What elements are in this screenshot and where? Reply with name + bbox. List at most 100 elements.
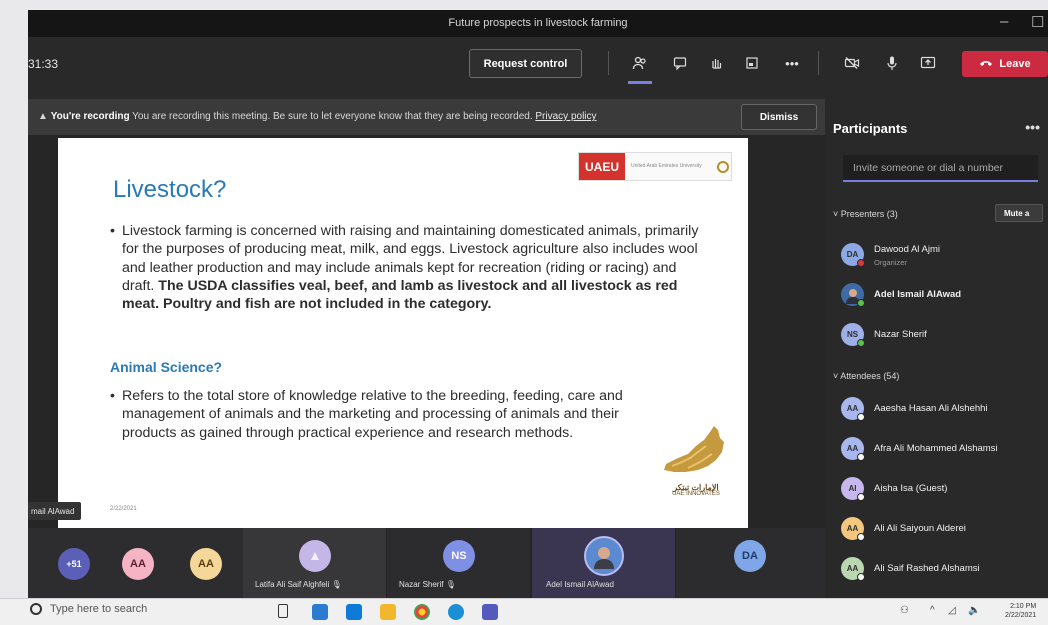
- chat-icon[interactable]: [668, 51, 692, 75]
- participant-name: Afra Ali Mohammed Alshamsi: [874, 443, 998, 454]
- invite-input[interactable]: Invite someone or dial a number: [843, 155, 1038, 182]
- leave-label: Leave: [999, 58, 1031, 70]
- clock-time: 2:10 PM: [1010, 603, 1037, 610]
- mute-all-button[interactable]: Mute a: [995, 204, 1043, 222]
- video-tile[interactable]: Latifa Ali Saif Alghfeli 🎙: [243, 528, 386, 598]
- uaeu-logo-text: UAEU: [579, 153, 625, 180]
- more-icon[interactable]: •••: [780, 51, 804, 75]
- attendees-section-header[interactable]: ˅ Attendees (54): [833, 371, 899, 381]
- people-icon[interactable]: ⚇: [900, 605, 909, 616]
- share-icon[interactable]: [916, 51, 940, 75]
- active-tab-indicator: [628, 81, 652, 84]
- teams-icon[interactable]: [482, 604, 498, 620]
- slide-date: 2/22/2021: [110, 506, 137, 512]
- overflow-count[interactable]: +51: [58, 548, 90, 580]
- slide-bullet-1: • Livestock farming is concerned with ra…: [110, 222, 710, 313]
- file-explorer-icon[interactable]: [380, 604, 396, 620]
- tile-name: Latifa Ali Saif Alghfeli 🎙: [255, 580, 342, 589]
- participant-row[interactable]: Adel Ismail AlAwad: [841, 281, 1046, 309]
- bullet-marker: •: [110, 388, 115, 404]
- recording-title: You're recording: [50, 111, 130, 122]
- participant-name: Aaesha Hasan Ali Alshehhi: [874, 403, 988, 414]
- tile-name-text: Nazar Sherif: [399, 580, 444, 589]
- clock-date: 2/22/2021: [1005, 612, 1037, 619]
- video-tile[interactable]: NS Nazar Sherif 🎙: [387, 528, 530, 598]
- leave-button[interactable]: Leave: [962, 51, 1048, 77]
- participant-strip: +51 AA AA Latifa Ali Saif Alghfeli 🎙 NS …: [28, 528, 825, 598]
- status-badge: [857, 453, 865, 461]
- chrome-icon[interactable]: [414, 604, 430, 620]
- participant-name: Adel Ismail AlAwad: [874, 289, 962, 300]
- participants-icon[interactable]: [628, 51, 652, 75]
- mail-icon[interactable]: [346, 604, 362, 620]
- store-icon[interactable]: [312, 604, 328, 620]
- maximize-button[interactable]: ☐: [1031, 13, 1044, 31]
- phone-icon: [979, 58, 993, 70]
- raise-hand-icon[interactable]: [704, 51, 728, 75]
- status-badge: [857, 259, 865, 267]
- participant-row[interactable]: AA Afra Ali Mohammed Alshamsi: [841, 435, 1046, 463]
- uae-map-graphic: [664, 426, 724, 472]
- presentation-slide: UAEU United Arab Emirates University Liv…: [58, 138, 748, 528]
- recording-message: ▲ You're recording You are recording thi…: [38, 111, 597, 122]
- chevron-up-icon[interactable]: ^: [930, 605, 935, 616]
- status-badge: [857, 533, 865, 541]
- participant-name: Aisha Isa (Guest): [874, 483, 948, 494]
- status-badge: [857, 299, 865, 307]
- mic-icon[interactable]: [880, 51, 904, 75]
- taskbar-search[interactable]: Type here to search: [30, 603, 147, 615]
- windows-taskbar: Type here to search ⚇ ^ ◿ 🔈 2:10 PM 2/22…: [0, 598, 1048, 625]
- tile-name: Nazar Sherif 🎙: [399, 580, 456, 589]
- mic-off-icon: 🎙: [331, 580, 342, 589]
- bullet-1-bold: The USDA classifies veal, beef, and lamb…: [122, 277, 678, 313]
- request-control-button[interactable]: Request control: [469, 49, 582, 78]
- minimize-button[interactable]: –: [1000, 13, 1008, 30]
- rooms-icon[interactable]: [740, 51, 764, 75]
- participant-row[interactable]: NS Nazar Sherif: [841, 321, 1046, 349]
- slide-subheading: Animal Science?: [110, 359, 223, 375]
- dismiss-button[interactable]: Dismiss: [741, 104, 817, 130]
- participant-avatar[interactable]: AA: [190, 548, 222, 580]
- edge-icon[interactable]: [448, 604, 464, 620]
- status-badge: [857, 339, 865, 347]
- taskbar-clock[interactable]: 2:10 PM 2/22/2021: [1005, 602, 1036, 620]
- cortana-icon: [30, 603, 42, 615]
- video-tile-active-speaker[interactable]: Adel Ismail AlAwad: [532, 528, 675, 598]
- participants-panel: Participants ••• Invite someone or dial …: [825, 99, 1048, 598]
- participant-row[interactable]: AI Aisha Isa (Guest): [841, 475, 1046, 503]
- participant-row[interactable]: AA Aaesha Hasan Ali Alshehhi: [841, 395, 1046, 423]
- chevron-down-icon: ˅: [833, 371, 839, 381]
- participant-row[interactable]: AA Ali Saif Rashed Alshamsi: [841, 555, 1046, 583]
- participant-row[interactable]: AA Ali Ali Saiyoun Alderei: [841, 515, 1046, 543]
- network-icon[interactable]: ◿: [948, 605, 956, 616]
- chevron-down-icon: ˅: [833, 209, 839, 219]
- uae-innovates-arabic: الإمارات تبتكر: [673, 483, 719, 492]
- panel-more-icon[interactable]: •••: [1025, 119, 1040, 135]
- participant-name: Nazar Sherif: [874, 329, 927, 340]
- teams-meeting-window: Future prospects in livestock farming – …: [28, 10, 1048, 598]
- phone-link-icon[interactable]: [278, 604, 288, 618]
- window-title: Future prospects in livestock farming: [448, 17, 628, 29]
- presenters-section-header[interactable]: ˅ Presenters (3): [833, 209, 898, 219]
- participant-avatar[interactable]: AA: [122, 548, 154, 580]
- bullet-2-text: Refers to the total store of knowledge r…: [122, 388, 623, 441]
- uae-innovates-logo: الإمارات تبتكر UAE INNOVATES: [666, 484, 726, 498]
- presenters-label: Presenters (3): [840, 209, 898, 219]
- privacy-policy-link[interactable]: Privacy policy: [535, 111, 596, 122]
- uae-innovates-english: UAE INNOVATES: [672, 491, 720, 497]
- video-tile[interactable]: DA: [676, 528, 825, 598]
- attendees-label: Attendees (54): [840, 371, 900, 381]
- search-placeholder: Type here to search: [50, 603, 148, 615]
- participant-row[interactable]: DA Dawood Al Ajmi Organizer: [841, 241, 1046, 269]
- bullet-marker: •: [110, 223, 115, 239]
- status-badge: [857, 573, 865, 581]
- meeting-toolbar: 31:33 Request control ••• Leave: [28, 37, 1048, 99]
- camera-off-icon[interactable]: [840, 51, 864, 75]
- participant-name: Ali Saif Rashed Alshamsi: [874, 563, 980, 574]
- recording-text: You are recording this meeting. Be sure …: [132, 111, 533, 122]
- shared-content-stage: UAEU United Arab Emirates University Liv…: [28, 135, 825, 528]
- crest-icon: [717, 160, 729, 173]
- tile-name-text: Latifa Ali Saif Alghfeli: [255, 580, 330, 589]
- volume-icon[interactable]: 🔈: [968, 605, 980, 616]
- toolbar-divider: [818, 51, 819, 75]
